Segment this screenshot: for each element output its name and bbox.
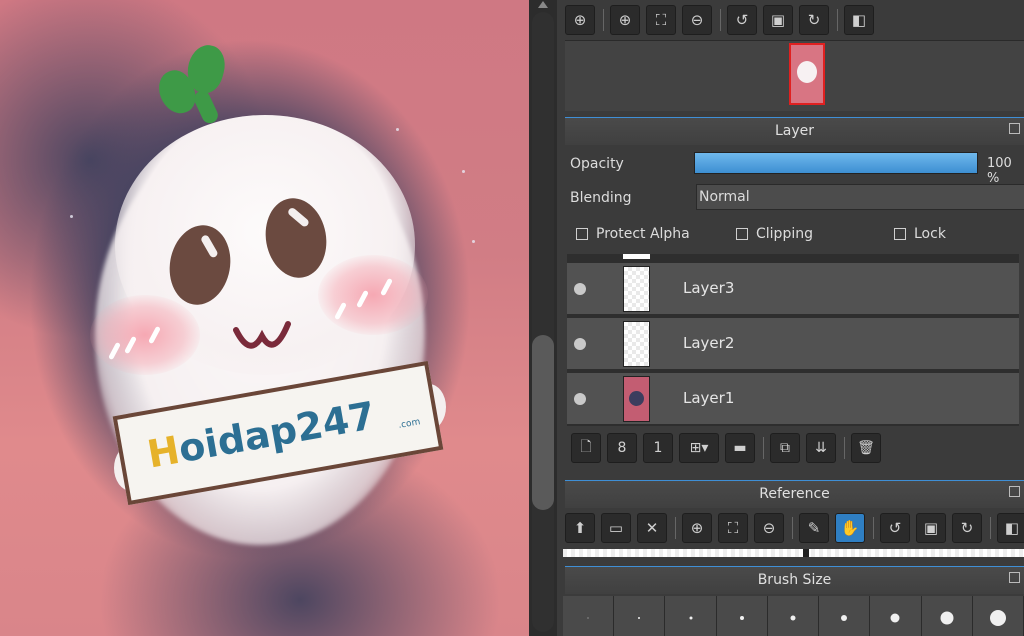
layer-name: Layer1 [683,389,735,407]
upload-icon[interactable]: ⬆ [565,513,595,543]
actual-size-icon[interactable]: ▣ [763,5,793,35]
scrollbar-thumb[interactable] [532,335,554,510]
clipping-checkbox[interactable]: Clipping [736,226,813,242]
brush-size-preset[interactable] [563,596,615,636]
zoom-in-icon[interactable]: ⊕ [682,513,712,543]
open-folder-icon[interactable]: ▭ [601,513,631,543]
brush-size-preset[interactable] [870,596,922,636]
visibility-icon[interactable] [574,338,586,350]
zoom-in-icon[interactable]: ⊕ [610,5,640,35]
canvas-star [462,170,465,173]
zoom-fit-icon[interactable]: ⊕ [565,5,595,35]
blending-label: Blending [570,190,632,206]
protect-alpha-checkbox[interactable]: Protect Alpha [576,226,690,242]
layer-thumbnail [623,266,650,312]
navigator-preview[interactable] [565,40,1024,111]
navigator-toolbar: ⊕ ⊕ ⛶ ⊖ ↺ ▣ ↻ ◧ [565,4,880,36]
reference-panel-title: Reference [759,486,830,502]
checkbox-box[interactable] [576,228,588,240]
flip-horizontal-icon[interactable]: ◧ [997,513,1024,543]
canvas-star [396,128,399,131]
layer-toolbar: 🗋 8 1 ⊞▾ ▬ ⧉ ⇊ 🗑 [571,432,887,464]
close-icon[interactable]: ✕ [637,513,667,543]
add-layer-dropdown-icon[interactable]: ⊞▾ [679,433,719,463]
logo-subtext: .com [397,417,422,431]
canvas-star [70,215,73,218]
layer-panel-header: Layer [565,117,1024,145]
clipping-label: Clipping [756,226,813,242]
brush-size-panel-header: Brush Size [565,566,1024,594]
brush-size-preset[interactable] [767,596,820,636]
opacity-label: Opacity [570,156,624,172]
popout-icon[interactable] [1009,486,1020,497]
lock-checkbox[interactable]: Lock [894,226,946,242]
brush-size-presets [563,596,1024,636]
opacity-slider[interactable] [694,152,978,174]
checkbox-box[interactable] [894,228,906,240]
eyedropper-icon[interactable]: ✎ [799,513,829,543]
rotate-left-icon[interactable]: ↺ [727,5,757,35]
layer-row[interactable]: Layer2 [567,318,1019,371]
layer-thumbnail [623,321,650,367]
visibility-icon[interactable] [574,283,586,295]
zoom-out-icon[interactable]: ⊖ [754,513,784,543]
layer-name: Layer2 [683,334,735,352]
layer-thumbnail-partial [623,254,650,259]
layer-name: Layer3 [683,279,735,297]
drawing-canvas[interactable]: Hoidap247 .com [0,0,529,636]
right-panel: ⊕ ⊕ ⛶ ⊖ ↺ ▣ ↻ ◧ Layer Opacity 100 % Blen… [557,0,1024,636]
rotate-right-icon[interactable]: ↻ [952,513,982,543]
brush-size-preset[interactable] [972,596,1024,636]
reference-image-strip[interactable] [563,549,1024,557]
brush-size-preset[interactable] [665,596,717,636]
ghost-mouth [233,321,291,349]
popout-icon[interactable] [1009,572,1020,583]
blush-left [90,295,200,375]
blush-right [318,255,428,335]
fit-screen-icon[interactable]: ⛶ [718,513,748,543]
new-layer-icon[interactable]: 🗋 [571,433,601,463]
opacity-slider-fill [695,153,977,173]
scroll-up-arrow-icon[interactable] [538,1,548,8]
reference-toolbar: ⬆ ▭ ✕ ⊕ ⛶ ⊖ ✎ ✋ ↺ ▣ ↻ ◧ [565,512,1024,544]
sprout-stem [191,88,221,126]
canvas-star [472,240,475,243]
scrollbar-track[interactable] [532,12,554,632]
brush-size-preset[interactable] [614,596,666,636]
flip-horizontal-icon[interactable]: ◧ [844,5,874,35]
brush-size-preset[interactable] [716,596,768,636]
reference-marker [803,549,809,557]
brush-size-panel-title: Brush Size [757,572,832,588]
actual-size-icon[interactable]: ▣ [916,513,946,543]
rotate-right-icon[interactable]: ↻ [799,5,829,35]
new-1bit-layer-icon[interactable]: 1 [643,433,673,463]
brush-size-preset[interactable] [819,596,871,636]
reference-panel-header: Reference [565,480,1024,508]
layer-row[interactable]: Layer3 [567,263,1019,316]
opacity-value: 100 % [987,156,1012,186]
popout-icon[interactable] [1009,123,1020,134]
visibility-icon[interactable] [574,393,586,405]
layer-row[interactable]: Layer1 [567,373,1019,426]
layer-panel-title: Layer [774,123,815,139]
checkbox-box[interactable] [736,228,748,240]
hand-tool-icon[interactable]: ✋ [835,513,865,543]
lock-label: Lock [914,226,946,242]
delete-layer-icon[interactable]: 🗑 [851,433,881,463]
canvas-vertical-scrollbar[interactable] [529,0,557,636]
brush-size-preset[interactable] [921,596,973,636]
folder-icon[interactable]: ▬ [725,433,755,463]
protect-alpha-label: Protect Alpha [596,226,690,242]
zoom-out-icon[interactable]: ⊖ [682,5,712,35]
blending-mode-select[interactable]: Normal [696,184,1024,210]
new-8bit-layer-icon[interactable]: 8 [607,433,637,463]
rotate-left-icon[interactable]: ↺ [880,513,910,543]
logo-text: Hoidap247 [144,393,379,477]
navigator-thumbnail[interactable] [789,43,825,105]
layer-thumbnail [623,376,650,422]
merge-layer-icon[interactable]: ⇊ [806,433,836,463]
duplicate-layer-icon[interactable]: ⧉ [770,433,800,463]
layer-list[interactable]: Layer3 Layer2 Layer1 [567,254,1019,426]
fit-screen-icon[interactable]: ⛶ [646,5,676,35]
